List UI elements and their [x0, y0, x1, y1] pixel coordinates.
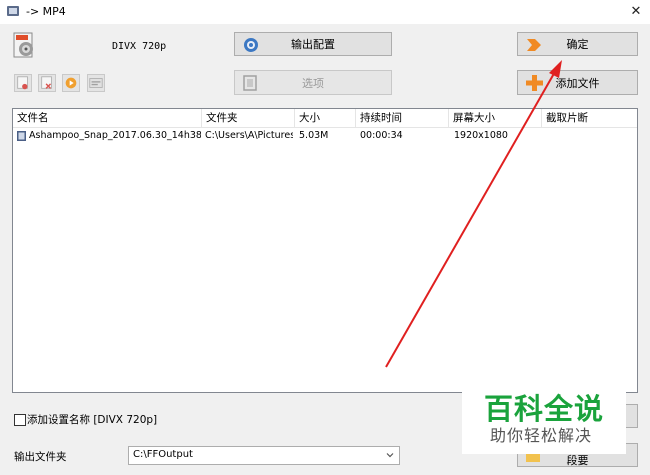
add-file-button[interactable]: 添加文件 — [517, 70, 638, 95]
window-title: -> MP4 — [26, 5, 66, 18]
close-icon[interactable]: ✕ — [626, 2, 646, 22]
output-folder-value: C:\FFOutput — [133, 449, 193, 460]
clear-list-icon[interactable] — [38, 74, 56, 92]
chevron-down-icon — [386, 453, 394, 458]
column-header-file-name[interactable]: 文件名 — [13, 109, 202, 127]
output-folder-label: 输出文件夹 — [14, 451, 67, 463]
mp4-format-icon — [13, 32, 33, 58]
add-preset-name-checkbox[interactable] — [14, 414, 26, 426]
plus-icon — [526, 75, 543, 91]
convert-arrow-icon — [527, 39, 541, 51]
add-preset-name-label: 添加设置名称 [DIVX 720p] — [27, 414, 158, 426]
file-name-cell: Ashampoo_Snap_2017.06.30_14h38m35s... — [29, 130, 201, 141]
column-header-duration[interactable]: 持续时间 — [356, 109, 449, 127]
play-icon[interactable] — [62, 74, 80, 92]
file-list[interactable]: 文件名 文件夹 大小 持续时间 屏幕大小 截取片断 Ashampoo_Snap_… — [12, 108, 638, 393]
column-header-size[interactable]: 大小 — [295, 109, 356, 127]
output-config-button[interactable]: 输出配置 — [234, 32, 392, 56]
clip-cell — [546, 128, 634, 144]
info-icon[interactable] — [87, 74, 105, 92]
column-header-screen-size[interactable]: 屏幕大小 — [449, 109, 542, 127]
watermark-subtitle: 助你轻松解决 — [490, 426, 593, 445]
size-cell: 5.03M — [299, 130, 329, 141]
file-list-header: 文件名 文件夹 大小 持续时间 屏幕大小 截取片断 — [13, 109, 637, 128]
output-folder-select[interactable]: C:\FFOutput — [128, 446, 400, 465]
column-header-folder[interactable]: 文件夹 — [202, 109, 295, 127]
title-bar — [0, 0, 650, 24]
watermark: 百科全说 助你轻松解决 — [462, 382, 626, 454]
ok-button[interactable]: 确定 — [517, 32, 638, 56]
options-button[interactable]: 选项 — [234, 70, 392, 95]
format-label: DIVX 720p — [112, 41, 167, 52]
file-row[interactable]: Ashampoo_Snap_2017.06.30_14h38m35s... C:… — [13, 128, 637, 144]
duration-cell: 00:00:34 — [360, 130, 403, 141]
folder-cell: C:\Users\A\Pictures... — [205, 130, 293, 141]
remove-file-icon[interactable] — [14, 74, 32, 92]
column-header-clip[interactable]: 截取片断 — [542, 109, 637, 127]
video-file-icon — [17, 131, 26, 141]
film-options-icon — [243, 75, 257, 91]
app-icon — [7, 6, 19, 16]
screen-size-cell: 1920x1080 — [454, 130, 508, 141]
settings-disc-icon — [244, 38, 258, 52]
